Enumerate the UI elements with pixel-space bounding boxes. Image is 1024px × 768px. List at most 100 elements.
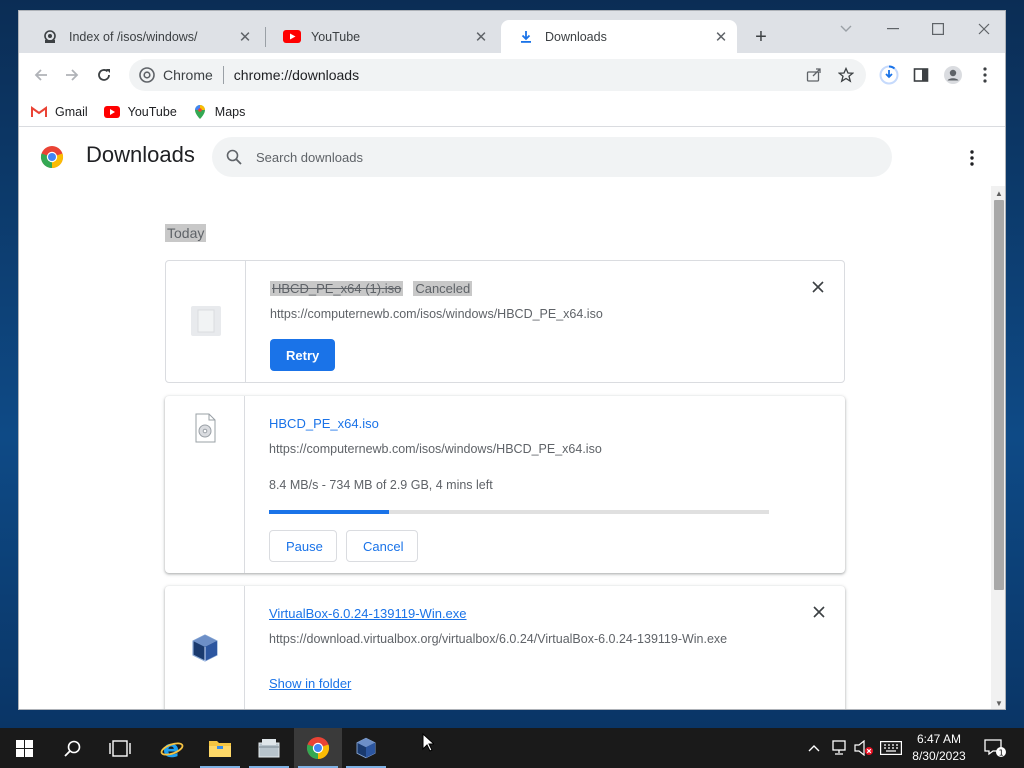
browser-toolbar: Chrome chrome://downloads — [19, 53, 1005, 97]
show-in-folder-link[interactable]: Show in folder — [269, 676, 351, 691]
maximize-button[interactable] — [924, 17, 952, 41]
retry-button[interactable]: Retry — [270, 339, 336, 371]
site-chip[interactable]: Chrome — [129, 67, 213, 83]
clock-time: 6:47 AM — [916, 732, 962, 746]
notification-count: 1 — [999, 748, 1004, 757]
progress-fill — [269, 510, 389, 514]
page-menu-icon[interactable] — [964, 148, 980, 168]
pause-button[interactable]: Pause — [269, 530, 337, 562]
close-icon[interactable]: ✕ — [713, 29, 729, 46]
notification-center-icon[interactable]: 1 — [980, 728, 1010, 768]
scroll-up-arrow-icon[interactable]: ▲ — [994, 188, 1004, 198]
file-name[interactable]: HBCD_PE_x64.iso — [269, 416, 379, 431]
file-name[interactable]: VirtualBox-6.0.24-139119-Win.exe — [269, 606, 467, 621]
tab-downloads[interactable]: Downloads ✕ — [501, 20, 737, 53]
search-input[interactable] — [256, 149, 816, 165]
internet-explorer-icon: e — [160, 736, 184, 760]
minimize-button[interactable] — [879, 17, 907, 41]
downloads-list: Today HBCD_PE_x64 (1).iso Canceled https:… — [19, 184, 991, 709]
scroll-thumb[interactable] — [994, 200, 1004, 590]
mouse-cursor-icon — [422, 733, 434, 752]
page-icon — [41, 29, 59, 45]
task-view-icon — [109, 739, 131, 757]
network-icon[interactable] — [828, 728, 850, 768]
file-url: https://computernewb.com/isos/windows/HB… — [269, 442, 602, 456]
new-tab-button[interactable]: + — [749, 25, 773, 49]
virtualbox-icon — [189, 632, 221, 664]
search-icon — [63, 740, 80, 757]
file-explorer-icon — [209, 741, 231, 757]
progress-description: 8.4 MB/s - 734 MB of 2.9 GB, 4 mins left — [269, 478, 493, 492]
disc-file-icon — [189, 412, 221, 444]
download-item-canceled: HBCD_PE_x64 (1).iso Canceled https://comp… — [165, 260, 845, 383]
forward-button[interactable] — [60, 63, 84, 87]
volume-muted-icon[interactable] — [852, 728, 876, 768]
close-icon[interactable]: ✕ — [473, 29, 489, 46]
taskbar-virtualbox[interactable] — [342, 728, 390, 768]
tab-title: Index of /isos/windows/ — [69, 29, 198, 44]
tab-index-of-isos[interactable]: Index of /isos/windows/ ✕ — [25, 20, 261, 53]
status-badge: Canceled — [413, 281, 473, 296]
tab-youtube[interactable]: YouTube ✕ — [267, 20, 497, 53]
share-icon[interactable] — [804, 65, 824, 85]
file-name-row: HBCD_PE_x64 (1).iso Canceled — [270, 281, 473, 296]
tab-separator — [265, 27, 266, 47]
remove-item-close-icon[interactable] — [811, 604, 827, 620]
reload-button[interactable] — [92, 63, 116, 87]
page-scrollbar[interactable]: ▲ ▼ — [991, 186, 1005, 709]
youtube-icon — [283, 29, 301, 45]
file-name-row: VirtualBox-6.0.24-139119-Win.exe — [269, 606, 467, 621]
bookmark-label: Gmail — [55, 104, 88, 119]
clock-date: 8/30/2023 — [912, 749, 966, 763]
virtualbox-icon — [356, 737, 376, 759]
scroll-down-arrow-icon[interactable]: ▼ — [994, 698, 1004, 708]
taskbar-search-button[interactable] — [48, 728, 96, 768]
keyboard-icon[interactable] — [878, 728, 904, 768]
chrome-icon — [139, 67, 155, 83]
file-url: https://computernewb.com/isos/windows/HB… — [270, 307, 603, 321]
profile-avatar-icon[interactable] — [941, 63, 965, 87]
omnibox-divider — [222, 66, 224, 84]
taskbar-clock[interactable]: 6:47 AM 8/30/2023 — [906, 731, 972, 765]
file-manager-icon — [258, 739, 280, 758]
downloads-page: Downloads Today HBCD_PE_x64 (1).iso Cance… — [19, 128, 1005, 709]
close-icon[interactable]: ✕ — [237, 29, 253, 46]
search-downloads-bar[interactable] — [212, 137, 892, 177]
start-button[interactable] — [0, 728, 48, 768]
bookmark-youtube[interactable]: YouTube — [103, 105, 177, 119]
taskbar: e 6:47 AM 8/30/2023 1 — [0, 728, 1024, 768]
search-icon — [226, 149, 242, 165]
bookmark-maps[interactable]: Maps — [193, 104, 245, 120]
close-window-button[interactable] — [970, 17, 998, 41]
back-button[interactable] — [29, 63, 53, 87]
tab-title: YouTube — [311, 29, 361, 44]
file-name-row: HBCD_PE_x64.iso — [269, 416, 379, 431]
browser-menu-icon[interactable] — [973, 63, 997, 87]
side-panel-icon[interactable] — [909, 63, 933, 87]
bookmark-star-icon[interactable] — [836, 65, 856, 85]
tab-search-chevron-icon[interactable] — [832, 17, 860, 41]
taskbar-file-explorer[interactable] — [196, 728, 244, 768]
youtube-icon — [103, 105, 120, 118]
tab-strip: Index of /isos/windows/ ✕ YouTube ✕ Down… — [19, 11, 1005, 53]
file-url: https://download.virtualbox.org/virtualb… — [269, 632, 728, 646]
chrome-icon — [306, 737, 330, 760]
taskbar-chrome[interactable] — [294, 728, 342, 768]
taskbar-file-manager[interactable] — [245, 728, 293, 768]
taskbar-internet-explorer[interactable]: e — [148, 728, 196, 768]
site-chip-label: Chrome — [163, 67, 213, 83]
download-icon — [517, 29, 535, 45]
download-item-in-progress: HBCD_PE_x64.iso https://computernewb.com… — [165, 396, 845, 573]
date-heading: Today — [165, 224, 207, 242]
browser-window: Index of /isos/windows/ ✕ YouTube ✕ Down… — [18, 10, 1006, 710]
progress-bar — [269, 510, 769, 514]
icon-column — [165, 396, 245, 573]
show-hidden-icons-chevron-icon[interactable] — [804, 728, 824, 768]
remove-item-close-icon[interactable] — [810, 279, 826, 295]
task-view-button[interactable] — [96, 728, 144, 768]
chrome-logo-icon — [40, 146, 64, 169]
downloads-toolbar-icon[interactable] — [877, 63, 901, 87]
bookmark-gmail[interactable]: Gmail — [31, 105, 88, 119]
cancel-button[interactable]: Cancel — [346, 530, 418, 562]
address-bar[interactable]: Chrome chrome://downloads — [129, 59, 866, 91]
